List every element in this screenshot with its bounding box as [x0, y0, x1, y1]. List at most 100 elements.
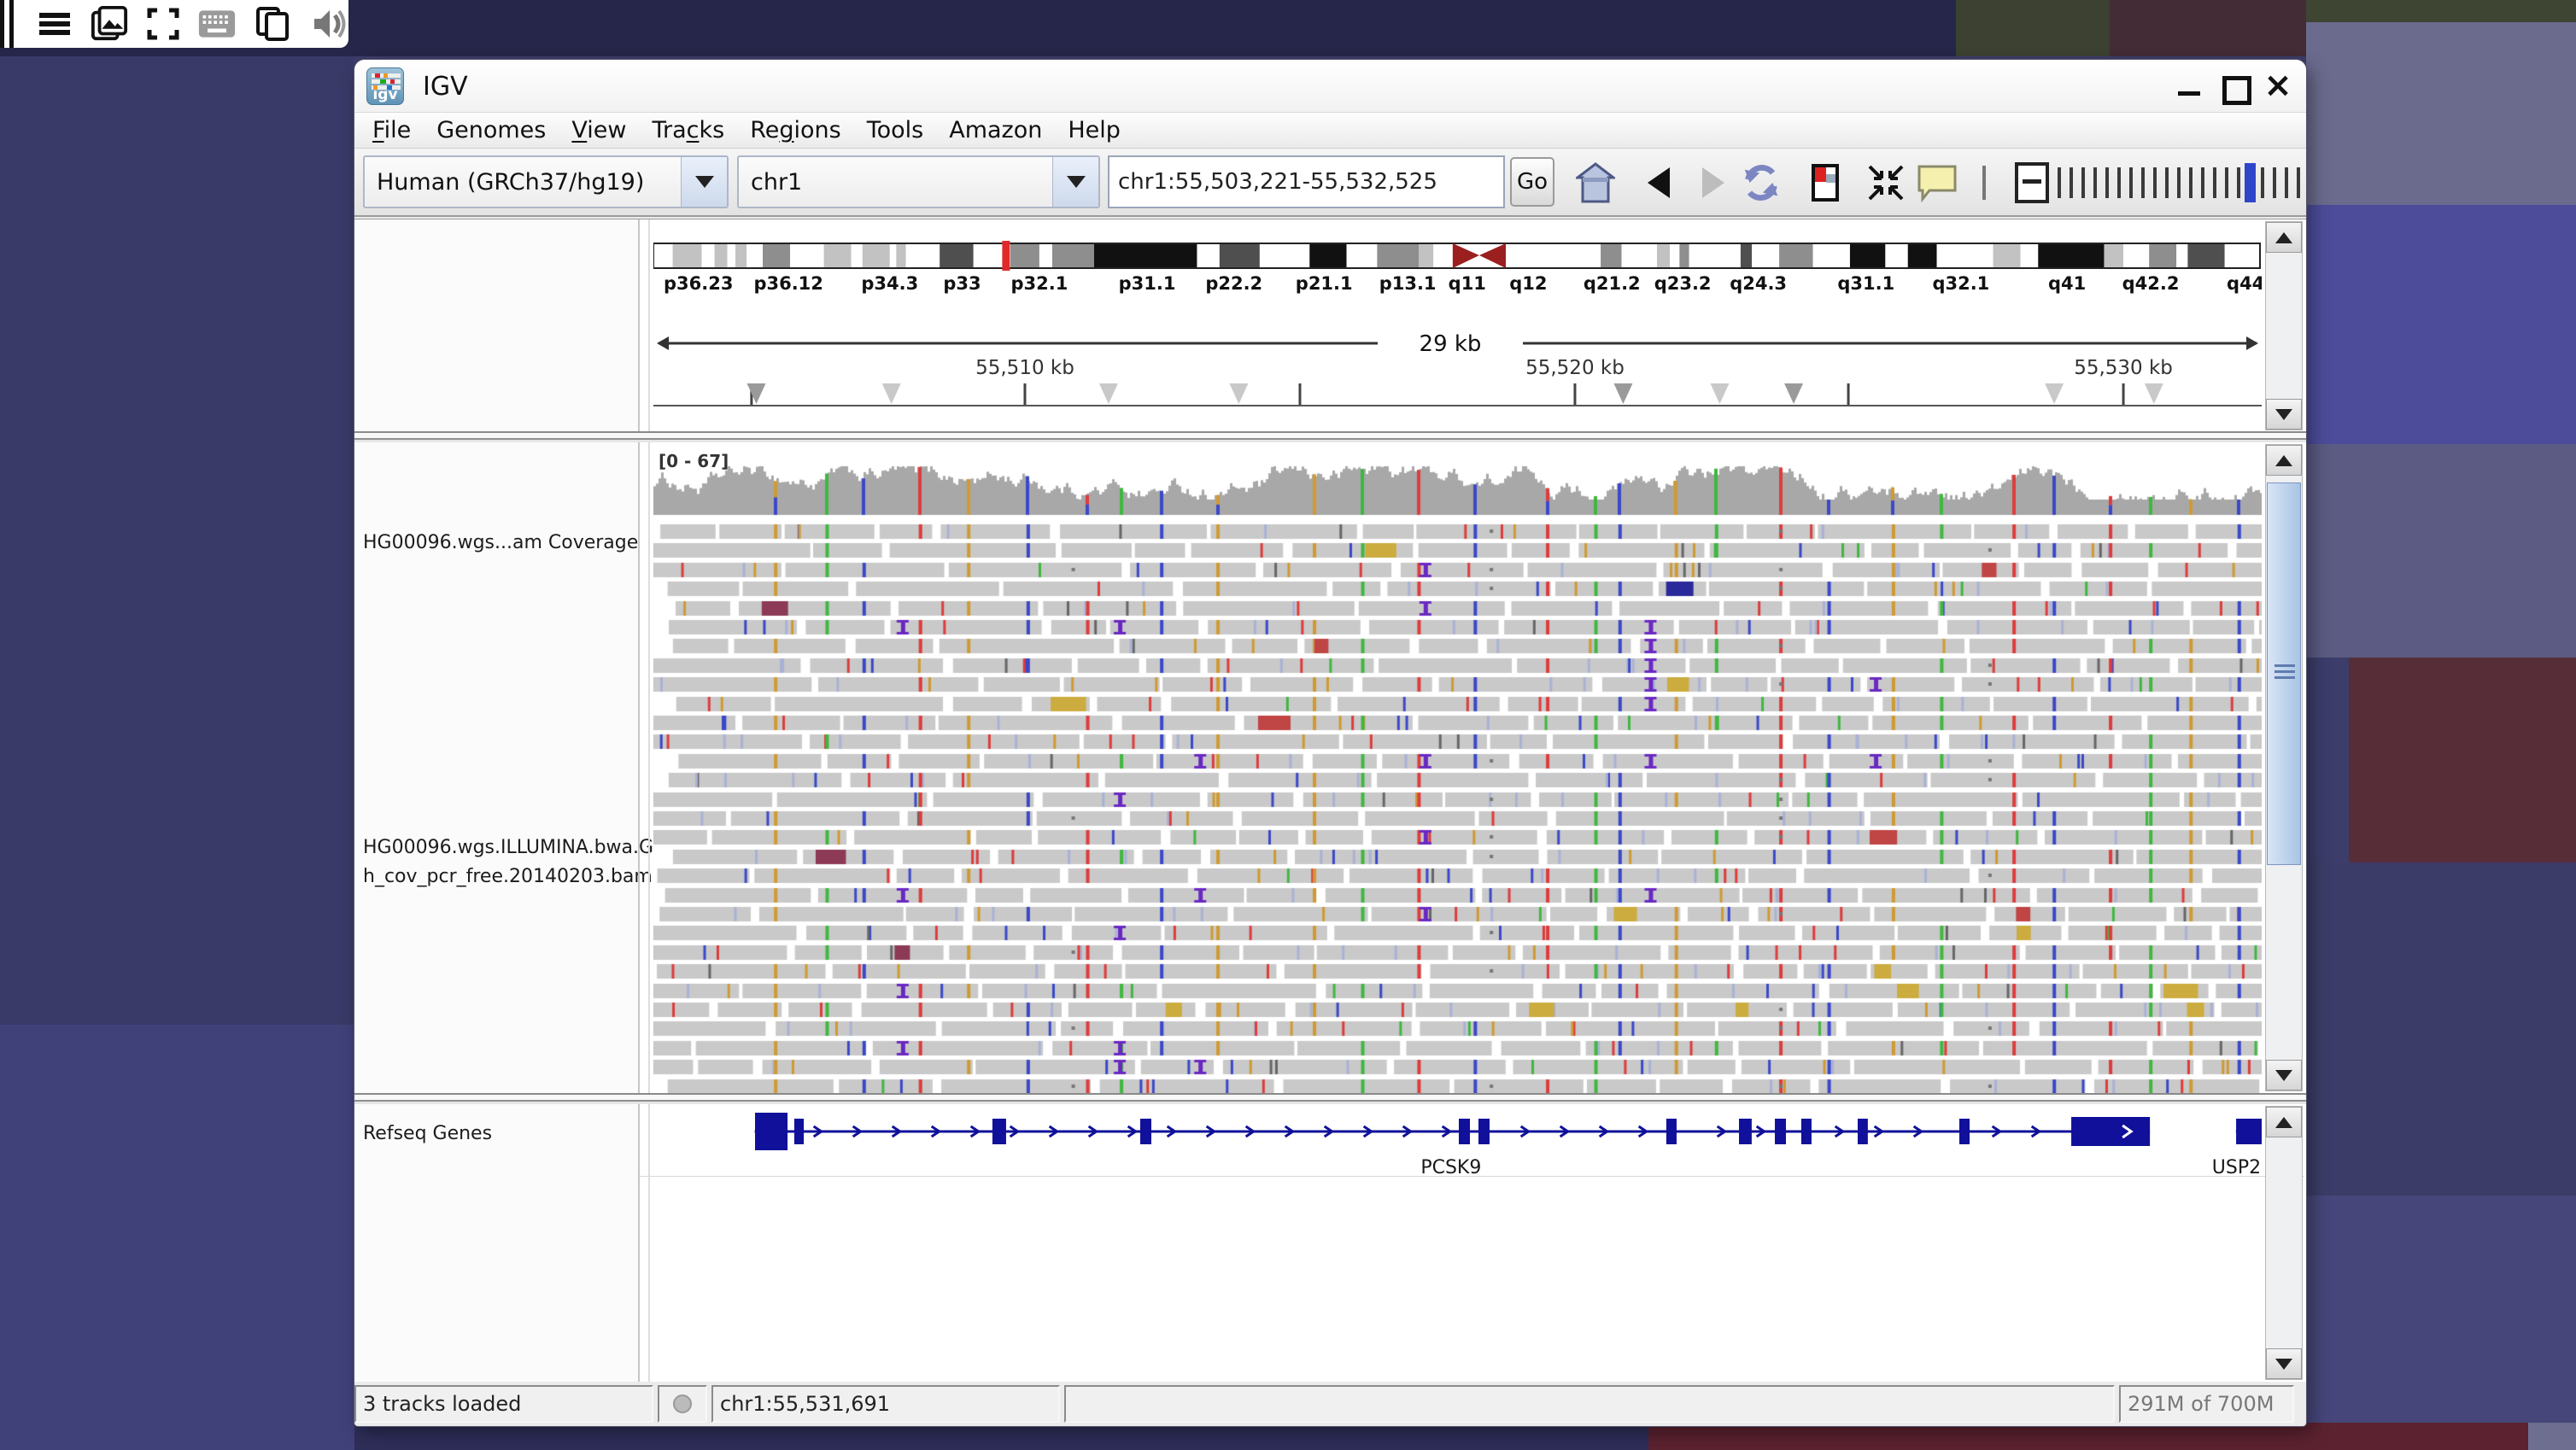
exon — [1459, 1119, 1470, 1144]
gene-name-pcsk9[interactable]: PCSK9 — [1420, 1157, 1481, 1178]
menu-tools[interactable]: Tools — [854, 117, 937, 143]
scroll-down-button[interactable] — [2266, 1348, 2302, 1379]
cytoband — [1377, 244, 1419, 267]
cytoband-label: q44 — [2227, 273, 2262, 294]
scroll-up-button[interactable] — [2266, 1107, 2302, 1137]
ideogram[interactable]: p36.23p36.12p34.3p33p32.1p31.1p22.2p21.1… — [653, 241, 2262, 294]
ruler[interactable]: 29 kb55,510 kb55,520 kb55,530 kb — [653, 331, 2262, 406]
sample-marker-icon — [747, 383, 766, 404]
speaker-icon[interactable] — [311, 5, 348, 43]
menu-genomes[interactable]: Genomes — [424, 117, 559, 143]
zoom-slider-thumb[interactable] — [2245, 163, 2256, 202]
fit-window-icon[interactable] — [1865, 161, 1907, 205]
menu-file[interactable]: File — [360, 117, 424, 143]
exon — [1775, 1119, 1786, 1144]
gene-model[interactable] — [755, 1113, 2151, 1150]
exon — [2236, 1119, 2262, 1144]
cytoband-label: q42.2 — [2122, 273, 2180, 294]
ideogram-ruler[interactable]: p36.23p36.12p34.3p33p32.1p31.1p22.2p21.1… — [653, 219, 2262, 432]
keyboard-icon[interactable] — [198, 5, 236, 43]
back-icon[interactable] — [1637, 161, 1680, 205]
menu-regions[interactable]: Regions — [737, 117, 854, 143]
scrollbar-thumb[interactable] — [2267, 482, 2301, 865]
exon — [2071, 1117, 2150, 1146]
cytoband — [1601, 244, 1621, 267]
gene-model[interactable] — [2236, 1119, 2262, 1144]
sample-marker-icon — [1784, 383, 1803, 404]
zoom-slider[interactable] — [2058, 161, 2306, 205]
title-bar[interactable]: igv IGV × — [354, 60, 2306, 113]
exon — [1666, 1119, 1677, 1144]
desktop-patch — [2306, 444, 2576, 658]
alignment-scrollbar[interactable] — [2265, 444, 2303, 1091]
alignment-track-label-line1[interactable]: HG00096.wgs.ILLUMINA.bwa.G — [363, 837, 653, 858]
alignment-track-label-line2[interactable]: h_cov_pcr_free.20140203.bam — [363, 866, 653, 887]
minimize-button[interactable] — [2173, 70, 2205, 102]
menu-tracks[interactable]: Tracks — [639, 117, 737, 143]
region-tool-icon[interactable] — [1804, 161, 1847, 205]
cytoband-label: q23.2 — [1654, 273, 1712, 294]
cytoband — [1506, 244, 1601, 267]
panel-splitter[interactable] — [354, 1093, 2306, 1104]
cytoband — [1419, 244, 1433, 267]
screenshot-icon[interactable] — [91, 5, 128, 43]
menu-view[interactable]: View — [559, 117, 639, 143]
gene-scrollbar[interactable] — [2265, 1106, 2303, 1380]
cytoband-label: p36.23 — [664, 273, 733, 294]
cytoband — [1850, 244, 1885, 267]
scroll-up-button[interactable] — [2266, 222, 2302, 253]
igv-window: igv IGV × FileGenomesViewTracksRegionsTo… — [354, 60, 2306, 1426]
drag-handle[interactable] — [0, 0, 19, 48]
cytoband — [2176, 244, 2187, 267]
panel-divider[interactable] — [638, 442, 640, 1093]
cytoband — [1094, 244, 1197, 267]
zoom-out-icon[interactable] — [2015, 162, 2049, 203]
desktop-patch — [2306, 22, 2576, 205]
window-title: IGV — [423, 72, 468, 102]
genome-select-arrow[interactable] — [681, 157, 727, 207]
coverage-track-label[interactable]: HG00096.wgs...am Coverage — [363, 532, 638, 553]
sample-marker-icon — [2145, 383, 2163, 404]
menu-icon[interactable] — [38, 5, 72, 43]
go-button[interactable]: Go — [1510, 157, 1554, 207]
menu-help[interactable]: Help — [1055, 117, 1133, 143]
scroll-up-button[interactable] — [2266, 445, 2302, 476]
locus-input[interactable] — [1108, 155, 1505, 208]
maximize-button[interactable] — [2217, 70, 2250, 102]
cytoband-label: p32.1 — [1010, 273, 1068, 294]
chromosome-select-value: chr1 — [739, 169, 1052, 196]
zoom-tick — [2177, 167, 2181, 198]
cytoband — [1670, 244, 1679, 267]
panel-divider[interactable] — [638, 219, 640, 431]
alignment-label-area: HG00096.wgs...am Coverage HG00096.wgs.IL… — [354, 442, 638, 1093]
close-button[interactable]: × — [2262, 70, 2294, 102]
locus-scrollbar[interactable] — [2265, 221, 2303, 430]
chromosome-select[interactable]: chr1 — [737, 155, 1100, 208]
forward-icon[interactable] — [1692, 161, 1735, 205]
genome-select[interactable]: Human (GRCh37/hg19) — [363, 155, 729, 208]
panel-splitter[interactable] — [354, 431, 2306, 442]
refresh-icon[interactable] — [1740, 161, 1783, 205]
copy-icon[interactable] — [255, 5, 292, 43]
panel-divider-line — [648, 442, 650, 1093]
exon — [992, 1119, 1006, 1144]
zoom-tick — [2117, 167, 2121, 198]
gene-name-usp2[interactable]: USP2 — [2212, 1157, 2261, 1178]
gene-track-label[interactable]: Refseq Genes — [363, 1123, 492, 1144]
menu-amazon[interactable]: Amazon — [936, 117, 1055, 143]
ruler-tick-label: 55,520 kb — [1525, 357, 1625, 379]
home-icon[interactable] — [1574, 161, 1617, 205]
gene-track[interactable] — [653, 1104, 2262, 1164]
cytoband — [701, 244, 714, 267]
tooltip-icon[interactable] — [1916, 161, 1958, 205]
alignment-canvas[interactable] — [653, 442, 2262, 1093]
scroll-down-button[interactable] — [2266, 1060, 2302, 1090]
fullscreen-icon[interactable] — [147, 5, 179, 43]
desktop-topbar — [0, 0, 348, 48]
chromosome-select-arrow[interactable] — [1052, 157, 1098, 207]
memory-usage-cell[interactable]: 291M of 700M — [2119, 1385, 2294, 1423]
panel-divider[interactable] — [638, 1104, 640, 1382]
scroll-down-button[interactable] — [2266, 399, 2302, 430]
cytoband — [896, 244, 905, 267]
cytoband-label: p13.1 — [1379, 273, 1437, 294]
